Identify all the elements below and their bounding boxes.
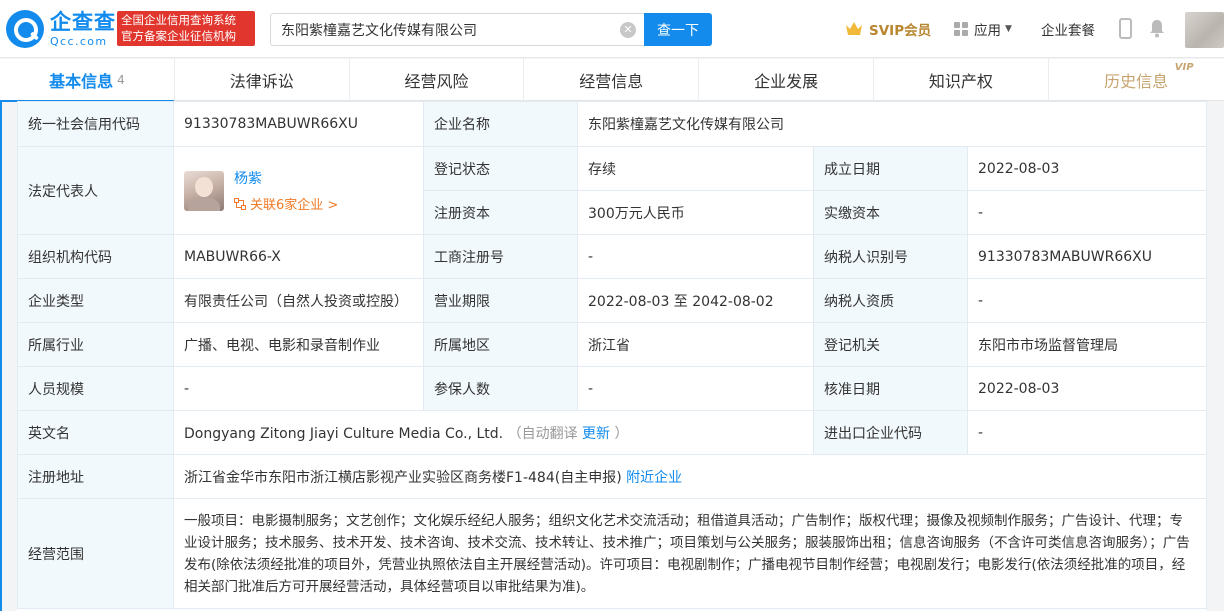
company-type-value: 有限责任公司（自然人投资或控股）	[173, 278, 424, 323]
search-input[interactable]	[271, 14, 611, 45]
industry-value: 广播、电视、电影和录音制作业	[173, 322, 424, 367]
crown-icon	[846, 22, 862, 35]
reg-status-value: 存续	[577, 146, 814, 191]
company-name-value: 东阳紫橦嘉艺文化传媒有限公司	[576, 101, 1208, 147]
logo-en-text: Qcc.com	[50, 34, 108, 48]
legal-rep-cell: 杨紫 关联6家企业 >	[173, 146, 424, 235]
table-row: 所属行业 广播、电视、电影和录音制作业 所属地区 浙江省 登记机关 东阳市市场监…	[17, 322, 1208, 367]
company-type-label: 企业类型	[17, 278, 174, 323]
apps-menu[interactable]: 应用 ▼	[954, 19, 1012, 39]
clear-icon[interactable]: ✕	[620, 22, 636, 38]
search-box: ✕	[270, 13, 644, 46]
address-label: 注册地址	[17, 454, 174, 499]
suite-link[interactable]: 企业套餐	[1041, 19, 1095, 39]
found-date-label: 成立日期	[813, 146, 968, 191]
related-companies-link[interactable]: 关联6家企业 >	[234, 194, 338, 213]
basic-info-panel: 统一社会信用代码 91330783MABUWR66XU 企业名称 东阳紫橦嘉艺文…	[17, 101, 1208, 611]
qcc-logo[interactable]: 企查查 Qcc.com	[6, 9, 116, 49]
table-row: 人员规模 - 参保人数 - 核准日期 2022-08-03	[17, 366, 1208, 411]
taxpayer-id-value: 91330783MABUWR66XU	[966, 234, 1208, 279]
address-value: 浙江省金华市东阳市浙江横店影视产业实验区商务楼F1-484(自主申报)	[184, 469, 622, 486]
top-header: 企查查 Qcc.com 全国企业信用查询系统 官方备案企业征信机构 ✕ 查一下 …	[0, 0, 1224, 58]
legal-rep-label: 法定代表人	[17, 146, 174, 235]
taxpayer-id-label: 纳税人识别号	[813, 234, 968, 279]
import-export-value: -	[966, 410, 1208, 455]
tab-legal[interactable]: 法律诉讼	[175, 59, 350, 101]
scope-label: 经营范围	[17, 498, 174, 609]
staff-size-label: 人员规模	[17, 366, 174, 411]
table-row: 经营范围 一般项目：电影摄制服务；文艺创作；文化娱乐经纪人服务；组织文化艺术交流…	[17, 498, 1208, 609]
logo-search-icon	[6, 10, 44, 48]
tab-ip[interactable]: 知识产权	[874, 59, 1049, 101]
tab-count: 4	[117, 73, 125, 87]
table-row: 英文名 Dongyang Zitong Jiayi Culture Media …	[17, 410, 1208, 455]
import-export-label: 进出口企业代码	[813, 410, 968, 455]
bell-icon[interactable]	[1148, 18, 1166, 38]
biz-term-label: 营业期限	[423, 278, 578, 323]
biz-term-value: 2022-08-03 至 2042-08-02	[577, 278, 814, 323]
staff-size-value: -	[173, 366, 424, 411]
update-link[interactable]: 更新	[582, 426, 610, 442]
search-button[interactable]: 查一下	[644, 13, 712, 46]
biz-reg-no-label: 工商注册号	[423, 234, 578, 279]
left-accent-bar	[0, 101, 2, 611]
basic-info-table: 统一社会信用代码 91330783MABUWR66XU 企业名称 东阳紫橦嘉艺文…	[17, 101, 1208, 609]
auto-translate-note: （自动翻译	[507, 425, 578, 442]
address-cell: 浙江省金华市东阳市浙江横店影视产业实验区商务楼F1-484(自主申报) 附近企业	[172, 454, 1208, 499]
user-avatar[interactable]	[1185, 12, 1224, 48]
english-name-value: Dongyang Zitong Jiayi Culture Media Co.,…	[184, 425, 504, 442]
english-name-label: 英文名	[17, 410, 174, 455]
table-row: 企业类型 有限责任公司（自然人投资或控股） 营业期限 2022-08-03 至 …	[17, 278, 1208, 323]
main-tabs: 基本信息 4 法律诉讼 经营风险 经营信息 企业发展 知识产权 历史信息 VIP	[0, 59, 1224, 102]
gov-badge: 全国企业信用查询系统 官方备案企业征信机构	[117, 11, 255, 46]
relation-icon	[234, 197, 246, 210]
tab-basic-info[interactable]: 基本信息 4	[0, 59, 175, 102]
approval-date-label: 核准日期	[813, 366, 968, 411]
table-row: 组织机构代码 MABUWR66-X 工商注册号 - 纳税人识别号 9133078…	[17, 234, 1208, 279]
vip-tag: VIP	[1174, 62, 1194, 73]
logo-cn-text: 企查查	[50, 9, 116, 34]
table-row: 统一社会信用代码 91330783MABUWR66XU 企业名称 东阳紫橦嘉艺文…	[17, 101, 1208, 147]
caret-down-icon: ▼	[1005, 24, 1012, 34]
tab-risk[interactable]: 经营风险	[350, 59, 525, 101]
legal-rep-name-link[interactable]: 杨紫	[234, 168, 338, 188]
paid-capital-label: 实缴资本	[813, 190, 968, 235]
reg-capital-value: 300万元人民币	[577, 190, 814, 235]
taxpayer-qual-value: -	[966, 278, 1208, 323]
table-row: 法定代表人 杨紫 关联6家企业 > 登记状态 存续 成立日期 2022-08-0…	[17, 146, 1208, 235]
industry-label: 所属行业	[17, 322, 174, 367]
insured-value: -	[577, 366, 814, 411]
table-row: 注册地址 浙江省金华市东阳市浙江横店影视产业实验区商务楼F1-484(自主申报)…	[17, 454, 1208, 499]
company-name-label: 企业名称	[423, 101, 578, 147]
found-date-value: 2022-08-03	[966, 146, 1208, 191]
region-label: 所属地区	[423, 322, 578, 367]
region-value: 浙江省	[577, 322, 814, 367]
reg-authority-label: 登记机关	[813, 322, 968, 367]
english-name-cell: Dongyang Zitong Jiayi Culture Media Co.,…	[173, 410, 814, 455]
tab-development[interactable]: 企业发展	[699, 59, 874, 101]
grid-icon	[954, 22, 968, 36]
insured-label: 参保人数	[423, 366, 578, 411]
reg-capital-label: 注册资本	[423, 190, 578, 235]
paid-capital-value: -	[966, 190, 1208, 235]
scope-value: 一般项目：电影摄制服务；文艺创作；文化娱乐经纪人服务；组织文化艺术交流活动；租借…	[172, 498, 1208, 609]
reg-status-label: 登记状态	[423, 146, 578, 191]
tab-history[interactable]: 历史信息 VIP	[1049, 59, 1224, 101]
nearby-companies-link[interactable]: 附近企业	[626, 470, 682, 486]
credit-code-label: 统一社会信用代码	[17, 101, 174, 147]
biz-reg-no-value: -	[577, 234, 814, 279]
credit-code-value: 91330783MABUWR66XU	[173, 101, 424, 147]
svip-button[interactable]: SVIP会员	[845, 19, 931, 39]
org-code-value: MABUWR66-X	[173, 234, 424, 279]
mobile-icon[interactable]	[1119, 18, 1132, 39]
org-code-label: 组织机构代码	[17, 234, 174, 279]
approval-date-value: 2022-08-03	[966, 366, 1208, 411]
legal-rep-avatar[interactable]	[184, 170, 224, 211]
tab-business[interactable]: 经营信息	[524, 59, 700, 101]
reg-authority-value: 东阳市市场监督管理局	[966, 322, 1208, 367]
taxpayer-qual-label: 纳税人资质	[813, 278, 968, 323]
